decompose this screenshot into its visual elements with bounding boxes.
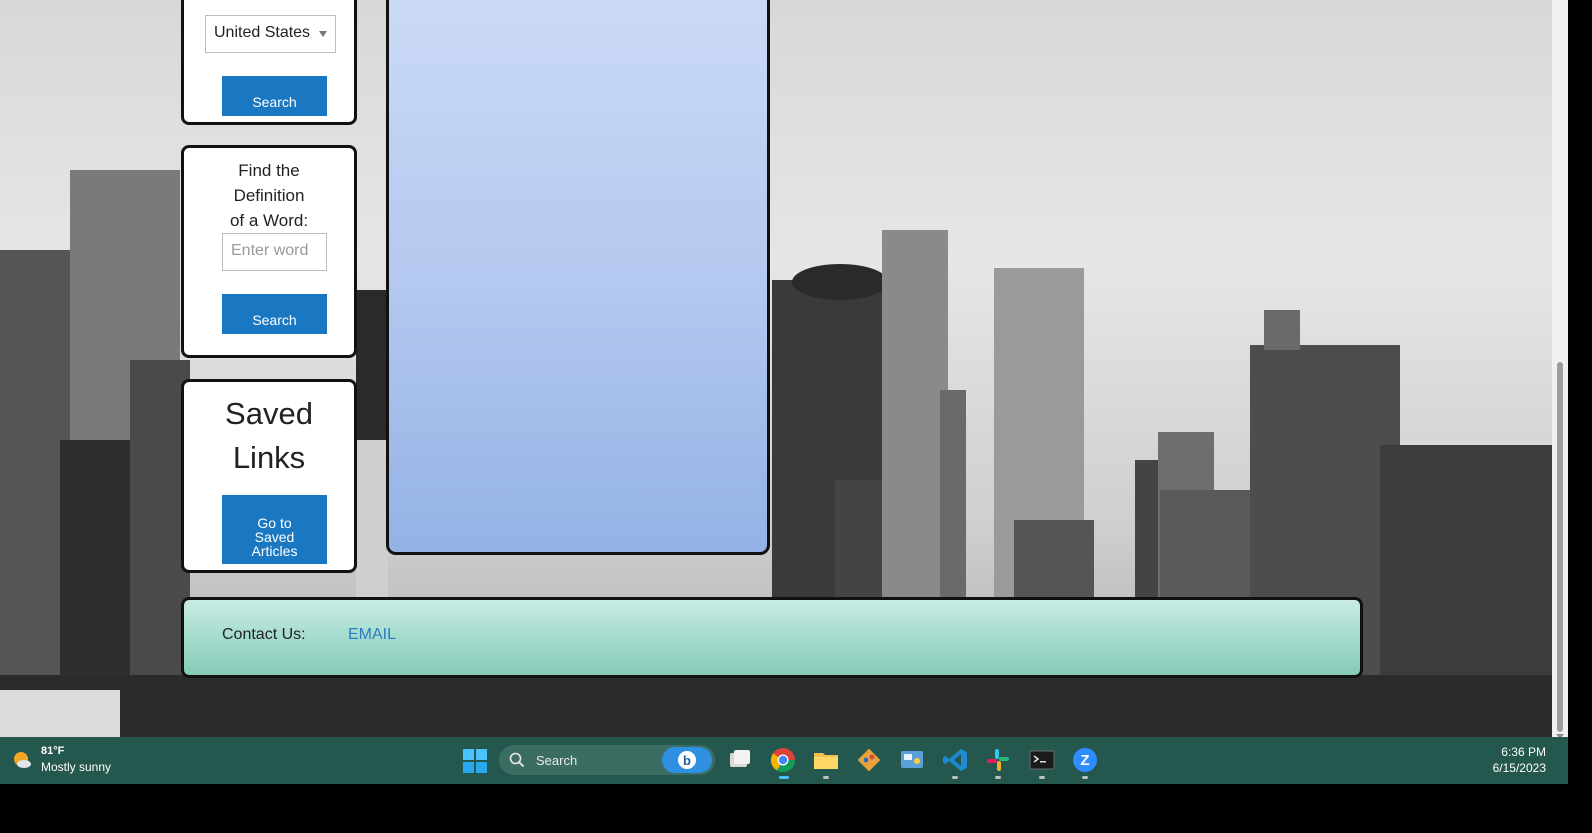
saved-links-title-line2: Links: [232, 440, 306, 475]
country-select[interactable]: United States: [205, 15, 336, 53]
definition-title-line1: Find the: [238, 161, 300, 180]
screen-bottom-edge: [0, 784, 1568, 833]
weather-temperature[interactable]: 81°F: [41, 745, 64, 757]
bing-icon[interactable]: b: [662, 747, 712, 773]
contact-label: Contact Us:: [222, 626, 306, 643]
weather-sun-cloud-icon[interactable]: [12, 750, 32, 770]
word-input[interactable]: Enter word: [222, 233, 327, 271]
zoom-icon[interactable]: Z: [1071, 746, 1099, 774]
definition-search-button[interactable]: Search: [222, 294, 327, 334]
file-explorer-icon[interactable]: [812, 746, 840, 774]
vscode-icon[interactable]: [941, 746, 969, 774]
slack-icon[interactable]: [984, 746, 1012, 774]
go-saved-line3: Articles: [251, 542, 298, 559]
terminal-indicator: [1039, 776, 1045, 779]
contact-footer: Contact Us: EMAIL: [181, 597, 1363, 678]
task-view-icon[interactable]: [726, 746, 754, 774]
taskbar-search-box[interactable]: Search b: [499, 745, 715, 775]
go-to-saved-articles-button[interactable]: Go to Saved Articles: [222, 495, 327, 564]
main-content-panel: [386, 0, 770, 555]
search-icon: [509, 752, 525, 768]
definition-card: Find the Definition of a Word: Enter wor…: [181, 145, 357, 358]
definition-title-line3: of a Word:: [229, 211, 309, 230]
file-explorer-indicator: [823, 776, 829, 779]
taskbar: 81°F Mostly sunny Search b Z 6:36 PM 6/1…: [0, 737, 1568, 784]
screen-edge: [1568, 0, 1592, 833]
country-select-value: United States: [214, 24, 311, 41]
email-link[interactable]: EMAIL: [348, 626, 396, 644]
control-panel-icon[interactable]: [898, 746, 926, 774]
scrollbar-thumb[interactable]: [1557, 362, 1563, 732]
country-search-card: United States Search: [181, 0, 357, 125]
svg-text:b: b: [683, 753, 691, 768]
definition-title-line2: Definition: [233, 186, 305, 205]
git-icon[interactable]: [855, 746, 883, 774]
taskbar-clock-date[interactable]: 6/15/2023: [1480, 761, 1546, 775]
saved-links-title-line1: Saved: [225, 396, 313, 431]
saved-links-card: Saved Links Go to Saved Articles: [181, 379, 357, 573]
vertical-scrollbar[interactable]: [1552, 0, 1568, 747]
taskbar-clock-time[interactable]: 6:36 PM: [1480, 745, 1546, 759]
windows-start-icon[interactable]: [463, 749, 487, 773]
chrome-active-indicator: [779, 776, 789, 779]
slack-indicator: [995, 776, 1001, 779]
terminal-icon[interactable]: [1028, 746, 1056, 774]
weather-description[interactable]: Mostly sunny: [41, 760, 111, 774]
zoom-indicator: [1082, 776, 1088, 779]
chevron-down-icon: [319, 31, 327, 37]
chrome-icon[interactable]: [769, 746, 797, 774]
vscode-indicator: [952, 776, 958, 779]
svg-text:Z: Z: [1080, 752, 1089, 769]
country-search-button[interactable]: Search: [222, 76, 327, 116]
taskbar-search-label: Search: [536, 753, 578, 768]
